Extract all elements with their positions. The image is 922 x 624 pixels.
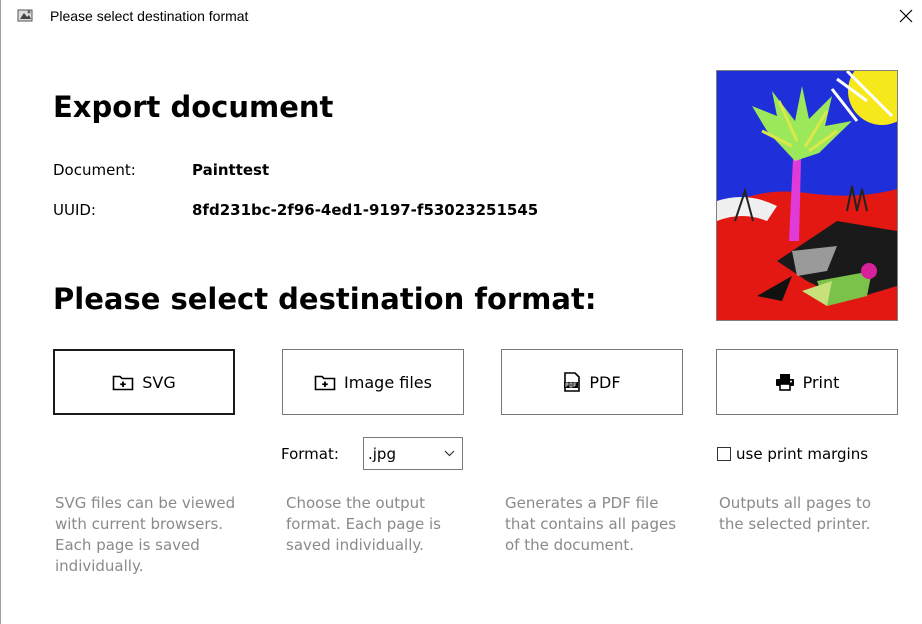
print-description: Outputs all pages to the selected printe… <box>719 494 872 533</box>
pdf-description: Generates a PDF file that contains all p… <box>505 494 677 554</box>
print-margins-toggle[interactable]: use print margins <box>717 445 868 463</box>
print-margins-label: use print margins <box>736 445 869 463</box>
image-files-description: Choose the output format. Each page is s… <box>286 494 441 554</box>
chevron-down-icon <box>444 450 455 457</box>
document-label: Document: <box>53 161 136 179</box>
close-button[interactable] <box>889 0 922 32</box>
document-preview-image <box>716 70 898 321</box>
format-heading: Please select destination format: <box>53 282 597 316</box>
image-files-export-label: Image files <box>344 372 432 392</box>
pdf-export-label: PDF <box>589 372 621 392</box>
print-button[interactable]: Print <box>716 349 898 415</box>
app-icon <box>17 8 37 24</box>
folder-add-icon <box>314 375 336 391</box>
uuid-value: 8fd231bc-2f96-4ed1-9197-f53023251545 <box>192 201 539 219</box>
image-format-value: .jpg <box>368 445 396 463</box>
document-name: Painttest <box>192 161 270 179</box>
window-title: Please select destination format <box>50 8 249 24</box>
close-icon <box>899 9 913 23</box>
image-files-export-button[interactable]: Image files <box>282 349 464 415</box>
print-label: Print <box>802 372 840 392</box>
svg-description: SVG files can be viewed with current bro… <box>55 494 236 575</box>
export-dialog: Please select destination format Export … <box>0 0 922 624</box>
image-format-label: Format: <box>281 445 339 463</box>
title-bar: Please select destination format <box>1 0 922 32</box>
page-title: Export document <box>53 90 334 124</box>
svg-export-button[interactable]: SVG <box>53 349 235 415</box>
pdf-export-button[interactable]: PDF <box>501 349 683 415</box>
image-format-select[interactable]: .jpg <box>363 437 463 470</box>
pdf-file-icon <box>564 372 581 392</box>
printer-icon <box>775 374 794 391</box>
print-margins-checkbox[interactable] <box>717 447 731 461</box>
folder-add-icon <box>112 375 134 391</box>
uuid-label: UUID: <box>53 201 96 219</box>
svg-export-label: SVG <box>142 372 176 392</box>
